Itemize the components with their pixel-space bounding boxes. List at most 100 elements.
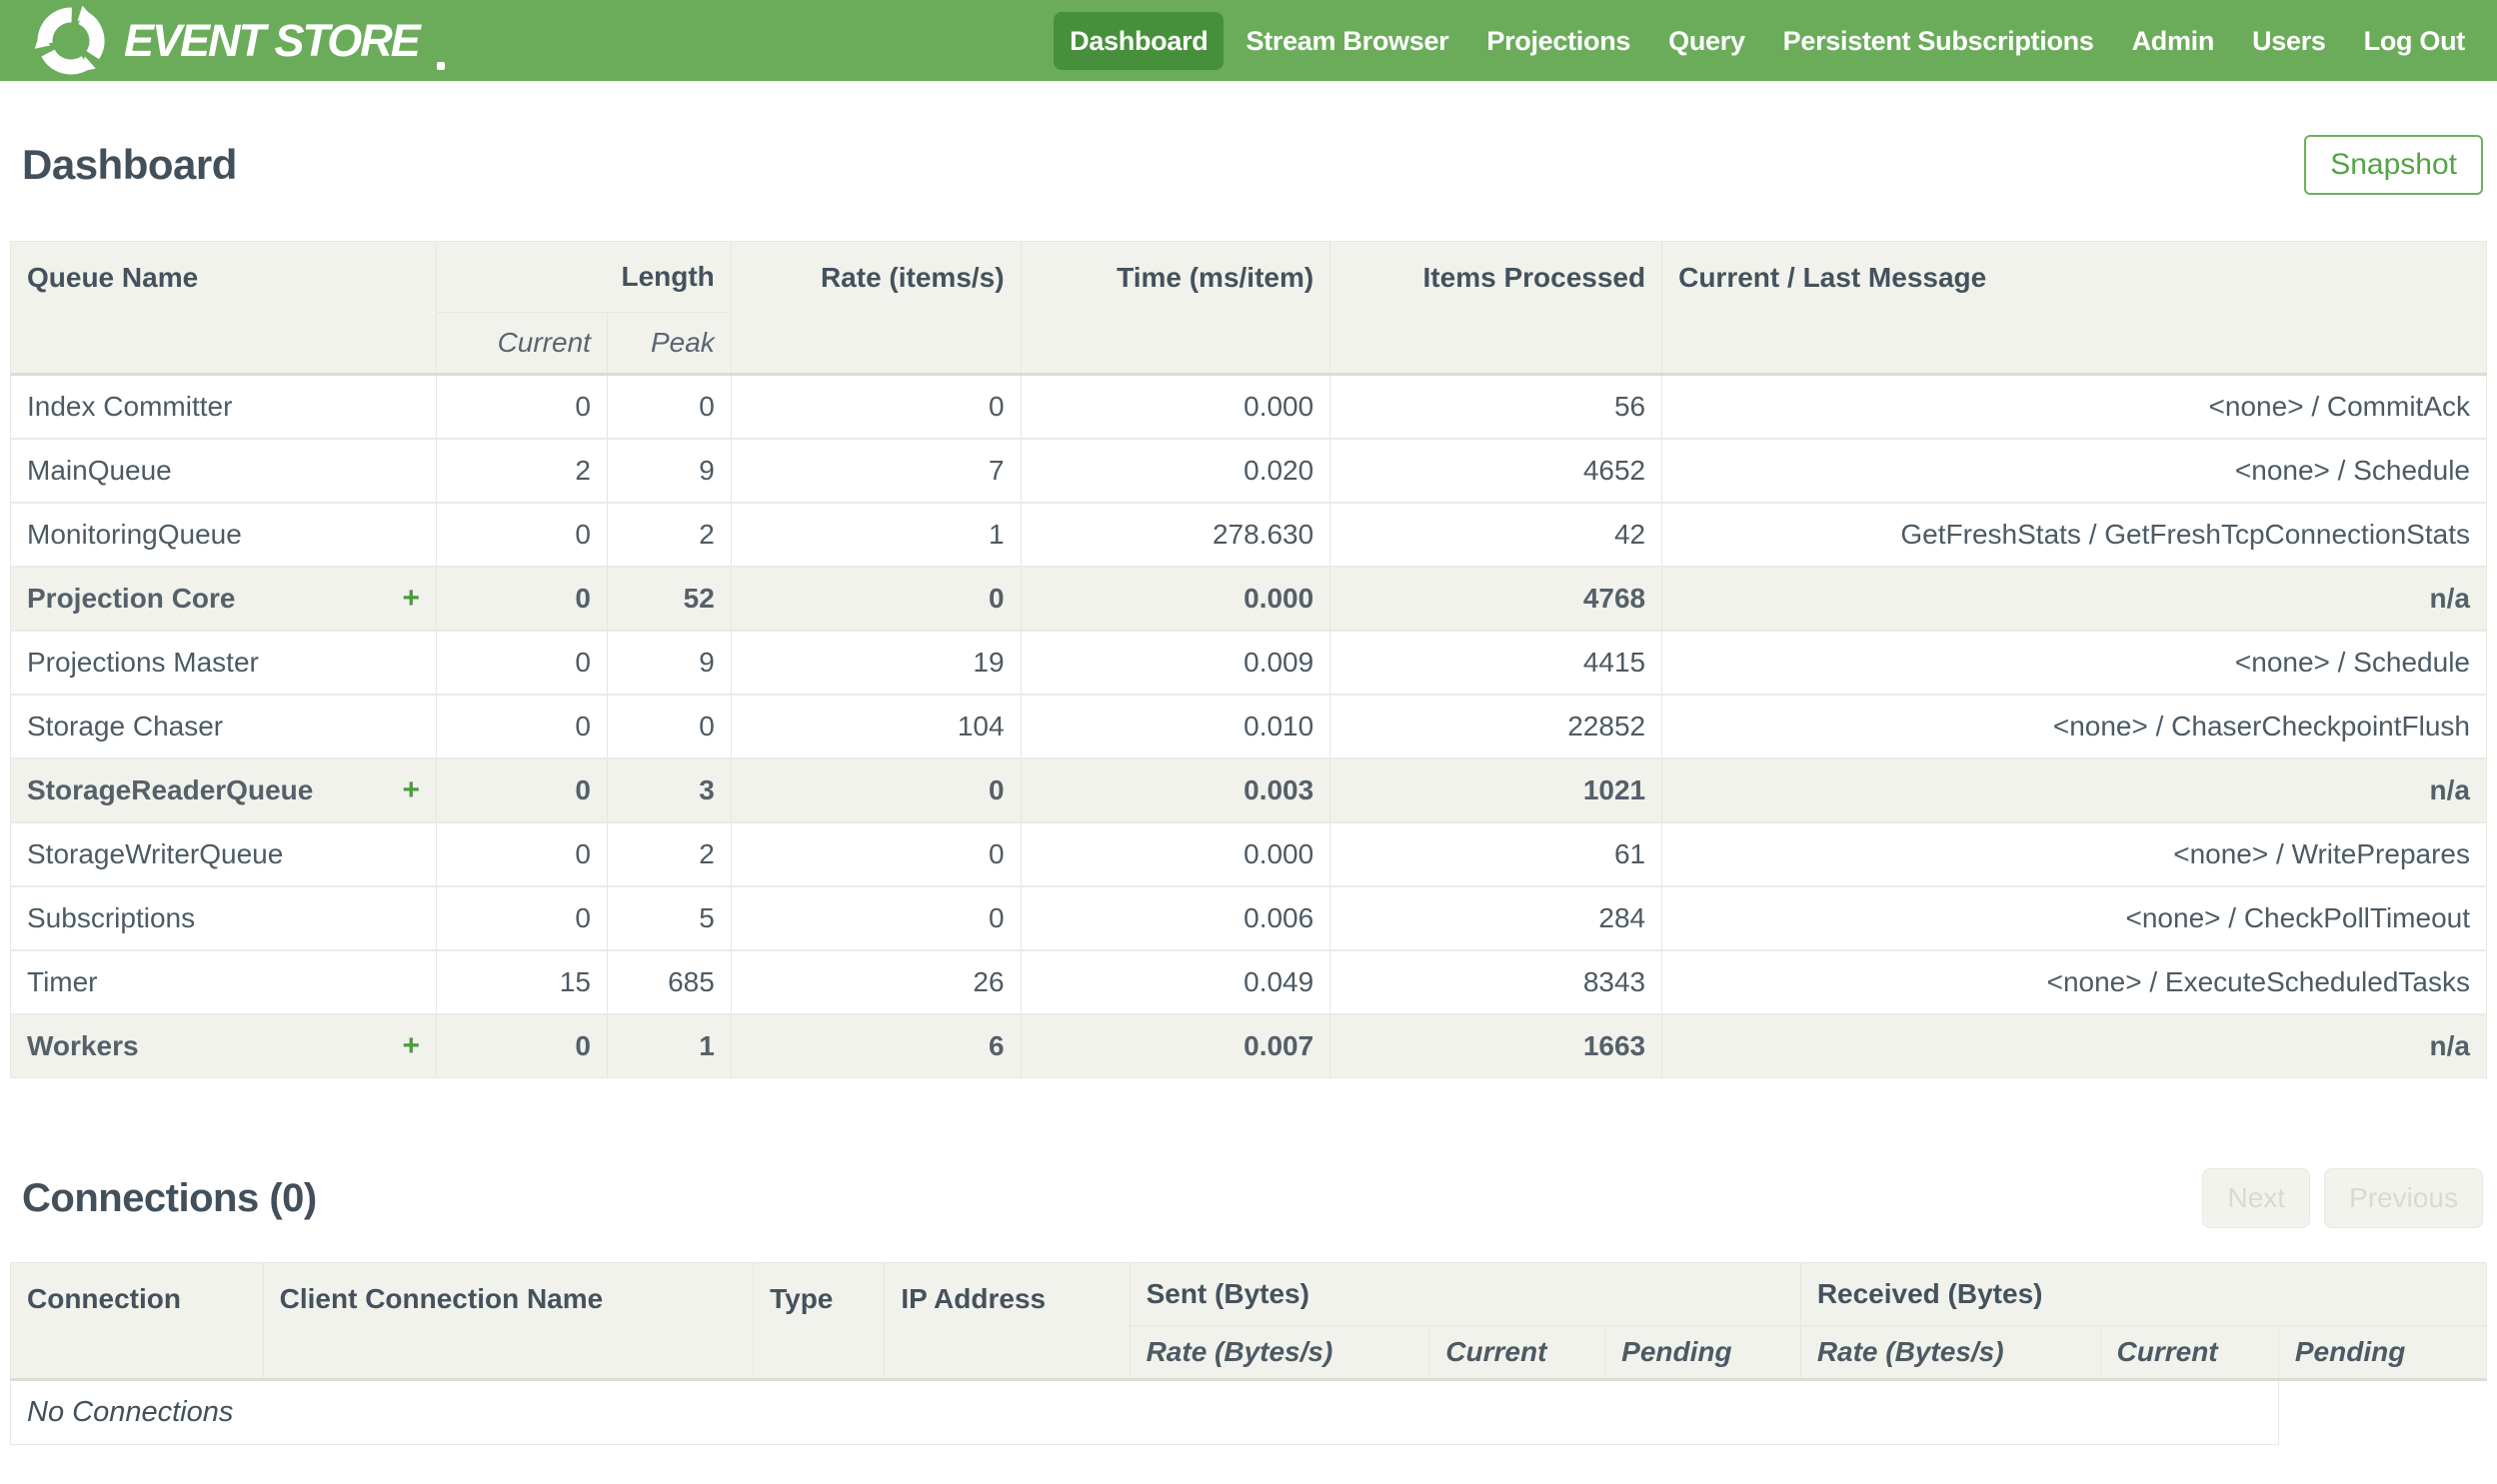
message-cell: <none> / CheckPollTimeout	[1661, 884, 2487, 950]
connections-table: Connection Client Connection Name Type I…	[10, 1262, 2488, 1445]
queue-table-row: StorageReaderQueue +0 3 0 0.003 1021 n/a	[9, 756, 2487, 822]
nav-item-persistent-subscriptions[interactable]: Persistent Subscriptions	[1767, 12, 2110, 70]
items-processed-cell: 4768	[1329, 565, 1663, 631]
queue-name: Projection Core	[27, 582, 236, 614]
message-cell: <none> / CommitAck	[1661, 373, 2487, 439]
rate-cell: 0	[730, 884, 1022, 950]
items-processed-cell: 4415	[1329, 629, 1663, 695]
header-client-connection-name: Client Connection Name	[262, 1262, 755, 1380]
connections-table-body: No Connections	[10, 1379, 2487, 1445]
queue-name: Timer	[27, 965, 98, 997]
message-cell: <none> / WritePrepares	[1661, 820, 2487, 886]
queue-name-cell: Subscriptions	[9, 884, 438, 950]
connections-pager: Next Previous	[2202, 1168, 2483, 1228]
queue-table-row: Subscriptions 0 5 0 0.006 284 <none> / CheckPo…	[9, 884, 2487, 950]
queue-table-row: Timer 15 685 26 0.049 8343 <none> / ExecuteSch…	[9, 948, 2487, 1014]
queue-name-cell: StorageReaderQueue +	[9, 756, 438, 822]
queue-table-row: Projection Core +0 52 0 0.000 4768 n/a	[9, 565, 2487, 631]
header-length-peak: Peak	[606, 312, 732, 375]
queue-table-row: MonitoringQueue 0 2 1 278.630 42 GetFreshStats…	[9, 501, 2487, 567]
empty-ghost-cell	[2278, 1380, 2486, 1445]
nav-item-dashboard[interactable]: Dashboard	[1054, 11, 1225, 70]
snapshot-button[interactable]: Snapshot	[2304, 135, 2483, 195]
header-sent-current: Current	[1428, 1325, 1606, 1380]
header-queue-name: Queue Name	[9, 241, 438, 375]
event-store-logo-icon	[34, 5, 105, 74]
items-processed-cell: 61	[1329, 820, 1663, 886]
event-store-brand[interactable]: EVENT STORE	[34, 4, 445, 78]
previous-button[interactable]: Previous	[2324, 1168, 2483, 1228]
nav-item-log-out[interactable]: Log Out	[2348, 12, 2481, 70]
queue-table-row: Projections Master 0 9 19 0.009 4415 <none> / …	[9, 629, 2487, 695]
queue-name-cell: Timer	[9, 948, 438, 1014]
connections-table-header: Connection Client Connection Name Type I…	[10, 1262, 2488, 1380]
length-peak-cell: 9	[606, 437, 732, 503]
header-received-current: Current	[2099, 1325, 2279, 1380]
next-button[interactable]: Next	[2202, 1168, 2311, 1228]
nav-item-query[interactable]: Query	[1652, 12, 1761, 70]
message-cell: <none> / ExecuteScheduledTasks	[1661, 948, 2487, 1014]
length-peak-cell: 1	[606, 1012, 732, 1078]
nav-item-stream-browser[interactable]: Stream Browser	[1230, 12, 1464, 70]
time-cell: 0.009	[1020, 629, 1331, 695]
rate-cell: 0	[730, 565, 1022, 631]
connections-header: Connections (0) Next Previous	[0, 1078, 2497, 1228]
queue-name-cell: Storage Chaser	[9, 693, 438, 758]
nav-item-admin[interactable]: Admin	[2116, 12, 2231, 70]
time-cell: 0.007	[1020, 1012, 1331, 1078]
length-current-cell: 0	[436, 693, 608, 758]
length-peak-cell: 9	[606, 629, 732, 695]
queue-name-cell: Projections Master	[9, 629, 438, 695]
header-sent-rate: Rate (Bytes/s)	[1129, 1325, 1430, 1380]
length-peak-cell: 2	[606, 501, 732, 567]
header-ip-address: IP Address	[884, 1262, 1131, 1380]
header-time: Time (ms/item)	[1020, 241, 1331, 375]
no-connections-row: No Connections	[10, 1379, 2487, 1445]
items-processed-cell: 1021	[1329, 756, 1663, 822]
expand-group-icon[interactable]: +	[403, 1029, 421, 1063]
nav-item-users[interactable]: Users	[2236, 12, 2342, 70]
header-length-current: Current	[436, 312, 608, 375]
rate-cell: 0	[730, 373, 1022, 439]
header-received-rate: Rate (Bytes/s)	[1799, 1325, 2101, 1380]
header-rate: Rate (items/s)	[730, 241, 1022, 375]
length-current-cell: 0	[436, 565, 608, 631]
length-peak-cell: 685	[606, 948, 732, 1014]
queue-name: Storage Chaser	[27, 710, 224, 742]
page-header: Dashboard Snapshot	[0, 81, 2497, 195]
expand-group-icon[interactable]: +	[403, 773, 421, 807]
length-peak-cell: 3	[606, 756, 732, 822]
length-peak-cell: 0	[606, 373, 732, 439]
header-connection: Connection	[10, 1262, 264, 1380]
message-cell: n/a	[1661, 565, 2487, 631]
items-processed-cell: 1663	[1329, 1012, 1663, 1078]
length-peak-cell: 5	[606, 884, 732, 950]
items-processed-cell: 284	[1329, 884, 1663, 950]
nav-menu: Dashboard Stream Browser Projections Que…	[1054, 11, 2481, 70]
time-cell: 0.003	[1020, 756, 1331, 822]
queue-name: StorageWriterQueue	[27, 837, 284, 869]
nav-item-projections[interactable]: Projections	[1470, 12, 1646, 70]
message-cell: n/a	[1661, 1012, 2487, 1078]
length-current-cell: 2	[436, 437, 608, 503]
length-current-cell: 0	[436, 1012, 608, 1078]
queue-table-row: StorageWriterQueue 0 2 0 0.000 61 <none> / Wri…	[9, 820, 2487, 886]
items-processed-cell: 56	[1329, 373, 1663, 439]
message-cell: <none> / ChaserCheckpointFlush	[1661, 693, 2487, 758]
queue-name-cell: Index Committer	[9, 373, 438, 439]
time-cell: 0.000	[1020, 373, 1331, 439]
queue-name: MonitoringQueue	[27, 518, 242, 550]
queue-table-row: MainQueue 2 9 7 0.020 4652 <none> / Schedule	[9, 437, 2487, 503]
time-cell: 0.000	[1020, 820, 1331, 886]
brand-trademark-dot	[436, 61, 445, 70]
expand-group-icon[interactable]: +	[403, 582, 421, 616]
message-cell: GetFreshStats / GetFreshTcpConnectionSta…	[1661, 501, 2487, 567]
queue-stats-table: Queue Name Length Rate (items/s) Time (m…	[9, 241, 2487, 1078]
no-connections-message: No Connections	[10, 1379, 2279, 1445]
length-current-cell: 0	[436, 756, 608, 822]
queue-name: StorageReaderQueue	[27, 773, 314, 805]
queue-table-header: Queue Name Length Rate (items/s) Time (m…	[9, 241, 2487, 375]
header-sent-pending: Pending	[1604, 1325, 1801, 1380]
queue-name-cell: Workers +	[9, 1012, 438, 1078]
rate-cell: 0	[730, 756, 1022, 822]
